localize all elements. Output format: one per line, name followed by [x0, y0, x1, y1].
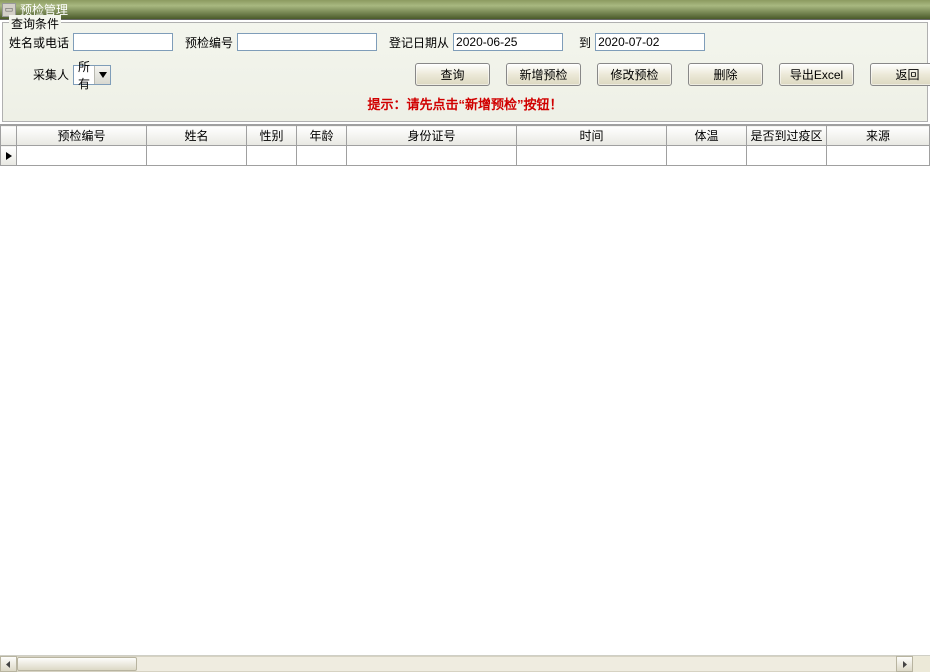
cell[interactable] [517, 146, 667, 166]
data-grid[interactable]: 预检编号 姓名 性别 年龄 身份证号 时间 体温 是否到过疫区 来源 [0, 124, 930, 166]
cell[interactable] [347, 146, 517, 166]
label-name-or-phone: 姓名或电话 [9, 34, 69, 51]
titlebar: ▭ 预检管理 [0, 0, 930, 20]
col-rowheader[interactable] [1, 126, 17, 146]
input-precheck-no[interactable] [237, 33, 377, 51]
col-age[interactable]: 年龄 [297, 126, 347, 146]
cell[interactable] [667, 146, 747, 166]
cell[interactable] [247, 146, 297, 166]
col-precheck-no[interactable]: 预检编号 [17, 126, 147, 146]
edit-precheck-button[interactable]: 修改预检 [597, 63, 672, 86]
row-indicator [1, 146, 17, 166]
input-name-or-phone[interactable] [73, 33, 173, 51]
query-groupbox: 查询条件 姓名或电话 预检编号 登记日期从 到 采集人 所有 查询 新增预检 修… [2, 22, 928, 122]
cell[interactable] [147, 146, 247, 166]
col-temperature[interactable]: 体温 [667, 126, 747, 146]
chevron-down-icon[interactable] [94, 66, 110, 84]
scroll-corner [913, 656, 930, 672]
table-row[interactable] [1, 146, 930, 166]
add-precheck-button[interactable]: 新增预检 [506, 63, 581, 86]
button-row: 查询 新增预检 修改预检 删除 导出Excel 返回 [415, 63, 930, 86]
label-precheck-no: 预检编号 [185, 34, 233, 51]
delete-button[interactable]: 删除 [688, 63, 763, 86]
cell[interactable] [297, 146, 347, 166]
scroll-track[interactable] [17, 656, 896, 672]
col-gender[interactable]: 性别 [247, 126, 297, 146]
query-button[interactable]: 查询 [415, 63, 490, 86]
grid-header-row: 预检编号 姓名 性别 年龄 身份证号 时间 体温 是否到过疫区 来源 [1, 126, 930, 146]
combo-collector-text: 所有 [74, 58, 94, 92]
combo-collector[interactable]: 所有 [73, 65, 111, 85]
query-row1: 姓名或电话 预检编号 登记日期从 到 [9, 33, 921, 51]
input-date-from[interactable] [453, 33, 563, 51]
groupbox-label: 查询条件 [9, 15, 61, 32]
horizontal-scrollbar[interactable] [0, 655, 930, 672]
col-time[interactable]: 时间 [517, 126, 667, 146]
scroll-left-button[interactable] [0, 656, 17, 672]
cell[interactable] [747, 146, 827, 166]
col-source[interactable]: 来源 [827, 126, 930, 146]
col-epidemic-area[interactable]: 是否到过疫区 [747, 126, 827, 146]
export-excel-button[interactable]: 导出Excel [779, 63, 854, 86]
input-date-to[interactable] [595, 33, 705, 51]
label-to: 到 [579, 34, 591, 51]
col-idcard[interactable]: 身份证号 [347, 126, 517, 146]
scroll-right-button[interactable] [896, 656, 913, 672]
back-button[interactable]: 返回 [870, 63, 930, 86]
scroll-thumb[interactable] [17, 657, 137, 671]
query-row2: 采集人 所有 查询 新增预检 修改预检 删除 导出Excel 返回 [9, 63, 921, 86]
label-collector: 采集人 [33, 66, 69, 83]
cell[interactable] [827, 146, 930, 166]
label-reg-date-from: 登记日期从 [389, 34, 449, 51]
cell[interactable] [17, 146, 147, 166]
col-name[interactable]: 姓名 [147, 126, 247, 146]
hint-text: 提示：请先点击“新增预检”按钮！ [9, 94, 921, 113]
current-row-icon [6, 152, 12, 160]
